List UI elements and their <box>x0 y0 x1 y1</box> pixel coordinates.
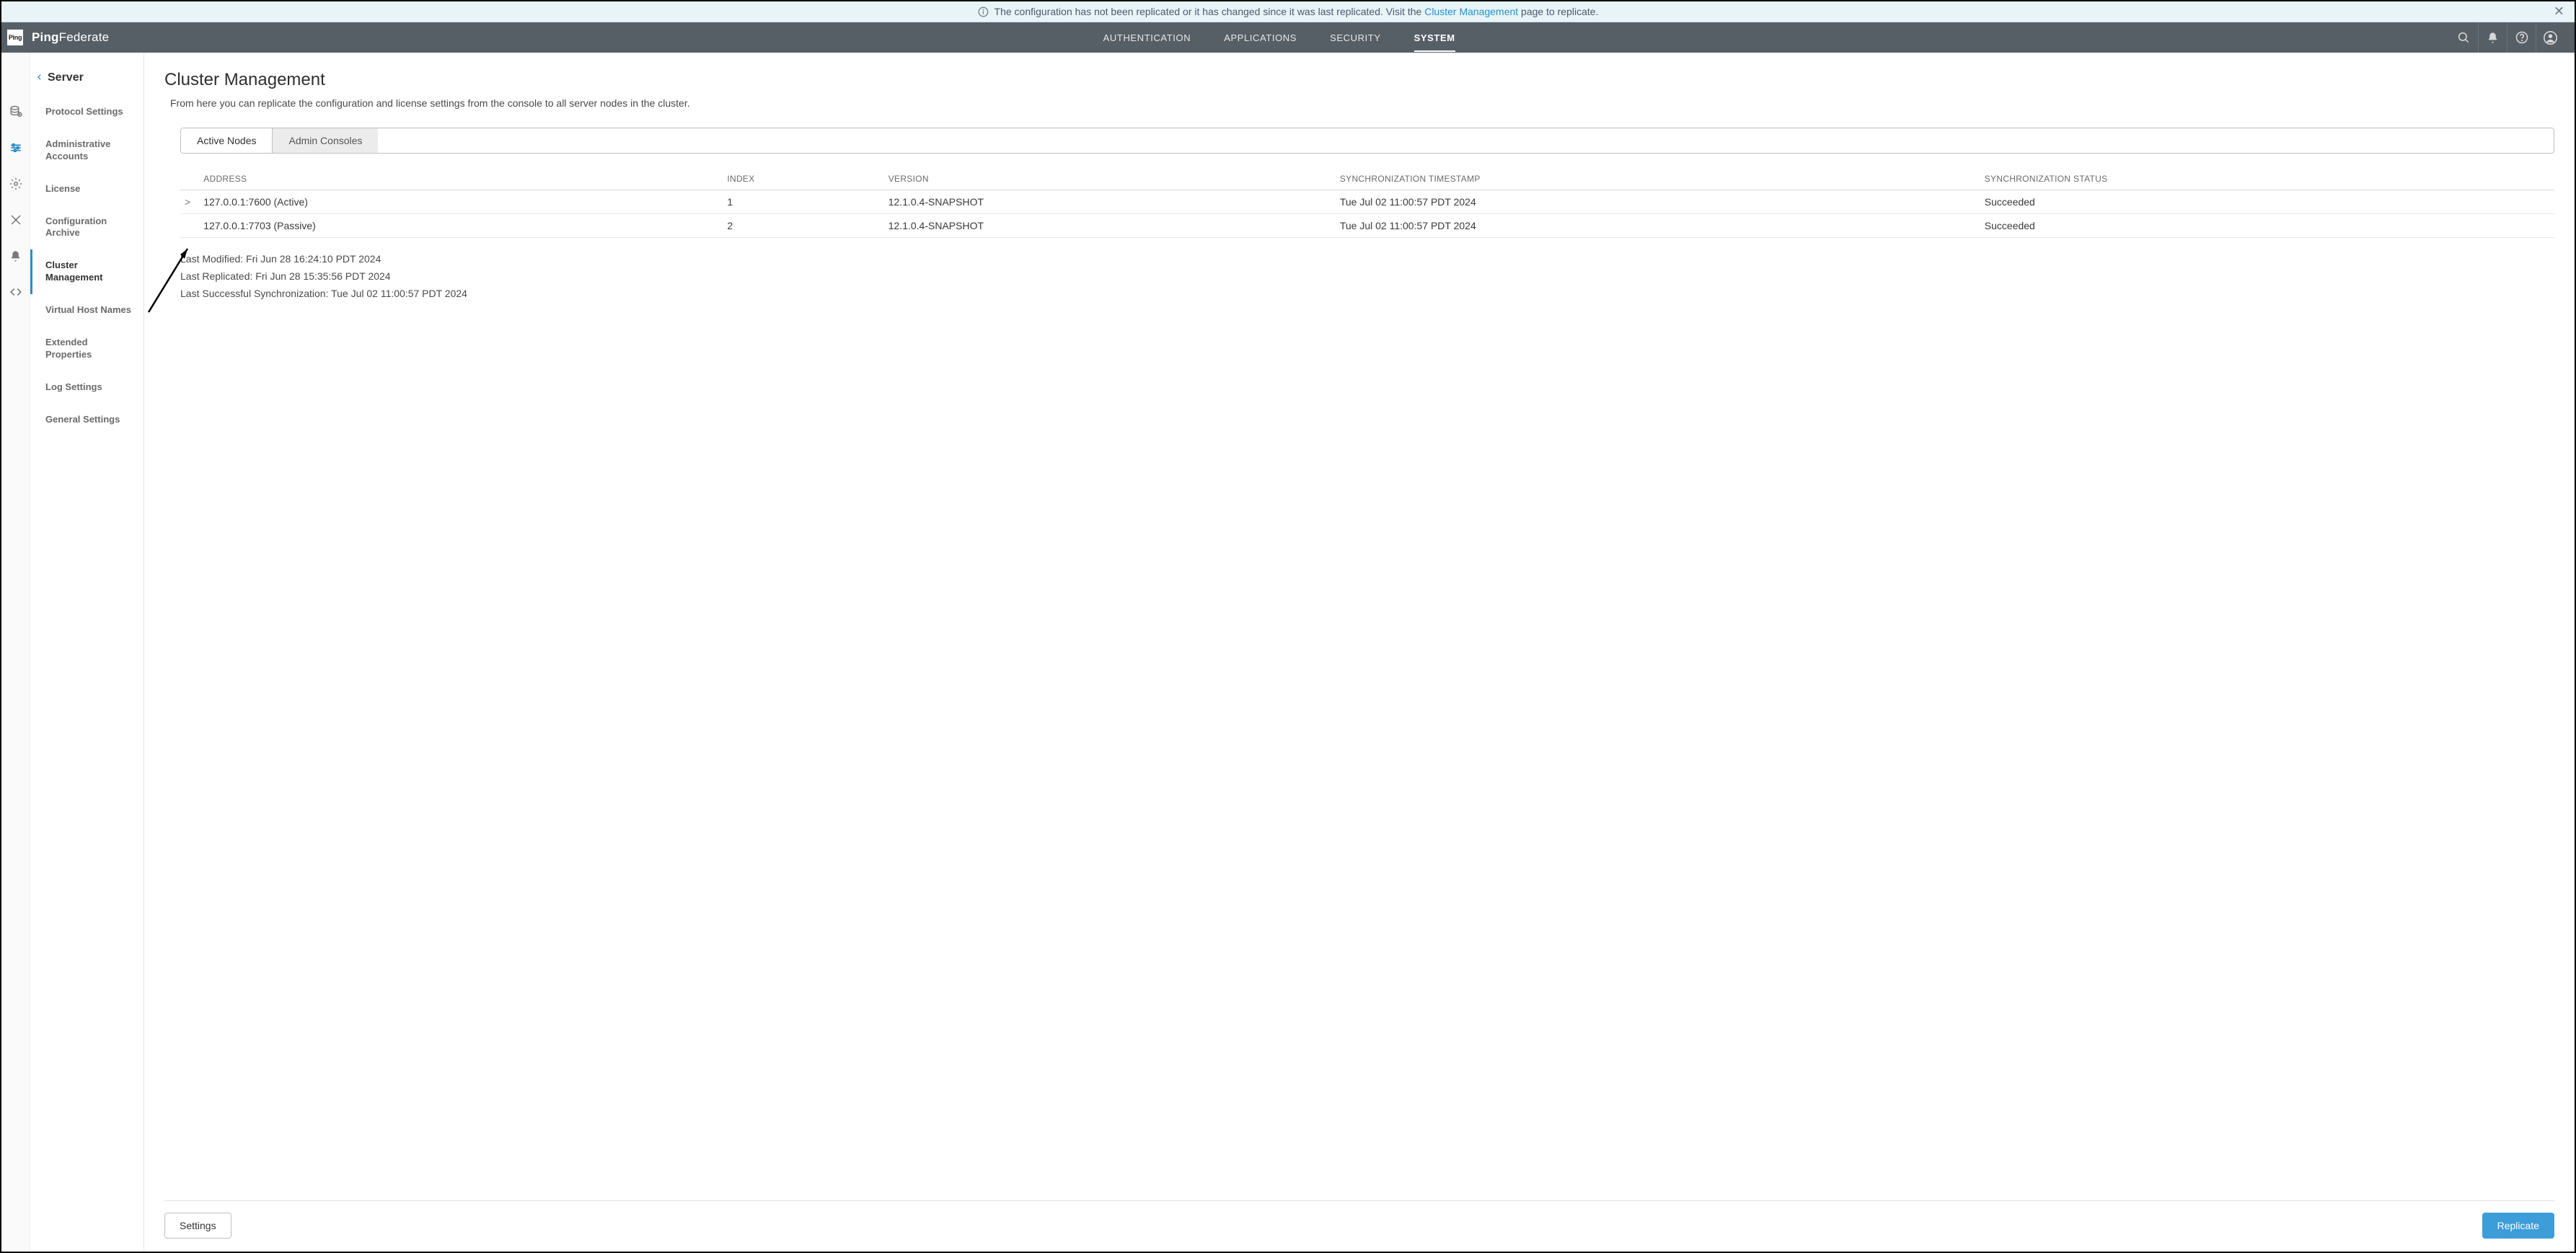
tab-admin-consoles[interactable]: Admin Consoles <box>272 128 378 153</box>
bell-rail-icon[interactable] <box>9 249 23 263</box>
expand-row-icon[interactable]: > <box>185 196 190 208</box>
close-icon[interactable]: ✕ <box>2554 4 2564 19</box>
cell-version: 12.1.0.4-SNAPSHOT <box>888 190 1340 214</box>
col-sync-status: SYNCHRONIZATION STATUS <box>1985 168 2554 190</box>
view-tabs: Active Nodes Admin Consoles <box>180 128 2554 154</box>
gear-icon[interactable] <box>9 177 23 191</box>
nav-authentication[interactable]: AUTHENTICATION <box>1103 24 1191 52</box>
nav-system[interactable]: SYSTEM <box>1414 24 1455 52</box>
page-title: Cluster Management <box>164 70 2554 90</box>
notification-bar: The configuration has not been replicate… <box>1 1 2575 22</box>
sidebar-item-administrative-accounts[interactable]: Administrative Accounts <box>30 128 144 173</box>
sidebar-item-cluster-management[interactable]: Cluster Management <box>30 249 144 294</box>
sliders-icon[interactable] <box>9 141 23 155</box>
info-icon <box>978 6 989 17</box>
sidebar-back[interactable]: Server <box>30 68 144 96</box>
nodes-table: ADDRESS INDEX VERSION SYNCHRONIZATION TI… <box>180 168 2554 238</box>
cell-version: 12.1.0.4-SNAPSHOT <box>888 214 1340 238</box>
meta-block: Last Modified: Fri Jun 28 16:24:10 PDT 2… <box>180 251 2554 302</box>
brand: Ping PingFederate <box>7 30 109 45</box>
nav-security[interactable]: SECURITY <box>1330 24 1381 52</box>
sidebar-item-extended-properties[interactable]: Extended Properties <box>30 327 144 371</box>
sidebar-item-license[interactable]: License <box>30 173 144 205</box>
col-address: ADDRESS <box>203 168 727 190</box>
cell-index: 1 <box>727 190 888 214</box>
notification-link[interactable]: Cluster Management <box>1424 6 1518 17</box>
content-area: Cluster Management From here you can rep… <box>144 53 2575 1252</box>
brand-logo: Ping <box>7 30 23 45</box>
top-nav: AUTHENTICATION APPLICATIONS SECURITY SYS… <box>109 24 2449 52</box>
cell-index: 2 <box>727 214 888 238</box>
page-description: From here you can replicate the configur… <box>170 97 2554 109</box>
app-header: Ping PingFederate AUTHENTICATION APPLICA… <box>1 22 2575 53</box>
sidebar-item-general-settings[interactable]: General Settings <box>30 404 144 436</box>
sidebar-item-virtual-host-names[interactable]: Virtual Host Names <box>30 294 144 327</box>
cell-sync-status: Succeeded <box>1985 214 2554 238</box>
col-version: VERSION <box>888 168 1340 190</box>
cell-address: 127.0.0.1:7600 (Active) <box>203 190 727 214</box>
help-icon[interactable] <box>2507 22 2536 53</box>
cell-address: 127.0.0.1:7703 (Passive) <box>203 214 727 238</box>
sidebar-item-configuration-archive[interactable]: Configuration Archive <box>30 205 144 250</box>
sidebar-item-protocol-settings[interactable]: Protocol Settings <box>30 96 144 128</box>
sidebar-title: Server <box>48 71 84 84</box>
brand-name: PingFederate <box>32 30 109 45</box>
last-replicated: Last Replicated: Fri Jun 28 15:35:56 PDT… <box>180 268 2554 285</box>
last-sync: Last Successful Synchronization: Tue Jul… <box>180 285 2554 303</box>
database-icon[interactable] <box>9 105 23 119</box>
cell-sync-ts: Tue Jul 02 11:00:57 PDT 2024 <box>1340 214 1985 238</box>
tab-active-nodes[interactable]: Active Nodes <box>181 128 272 153</box>
bell-icon[interactable] <box>2478 22 2507 53</box>
nav-applications[interactable]: APPLICATIONS <box>1224 24 1297 52</box>
col-index: INDEX <box>727 168 888 190</box>
replicate-button[interactable]: Replicate <box>2482 1213 2554 1239</box>
cell-sync-status: Succeeded <box>1985 190 2554 214</box>
last-modified: Last Modified: Fri Jun 28 16:24:10 PDT 2… <box>180 251 2554 268</box>
chevron-left-icon <box>36 72 43 84</box>
search-icon[interactable] <box>2449 22 2478 53</box>
user-icon[interactable] <box>2536 22 2564 53</box>
cell-sync-ts: Tue Jul 02 11:00:57 PDT 2024 <box>1340 190 1985 214</box>
code-icon[interactable] <box>9 285 23 299</box>
settings-button[interactable]: Settings <box>164 1213 231 1239</box>
table-row: > 127.0.0.1:7600 (Active) 1 12.1.0.4-SNA… <box>180 190 2554 214</box>
table-row: 127.0.0.1:7703 (Passive) 2 12.1.0.4-SNAP… <box>180 214 2554 238</box>
sidebar: Server Protocol Settings Administrative … <box>30 53 144 1252</box>
col-sync-timestamp: SYNCHRONIZATION TIMESTAMP <box>1340 168 1985 190</box>
xy-axes-icon[interactable] <box>9 213 23 227</box>
notification-text: The configuration has not been replicate… <box>994 6 1599 17</box>
icon-rail <box>1 53 30 1252</box>
sidebar-item-log-settings[interactable]: Log Settings <box>30 371 144 404</box>
